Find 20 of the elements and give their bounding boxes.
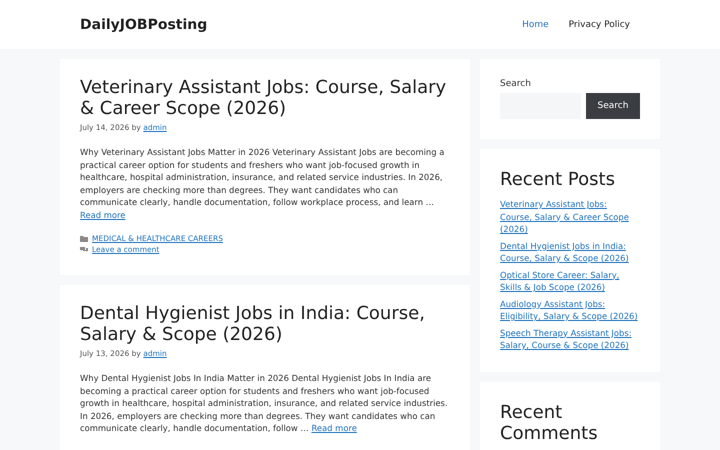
nav-link[interactable]: Privacy Policy [558,16,640,34]
post-excerpt: Why Dental Hygienist Jobs In India Matter in 2026 Dental Hygienist Jobs In India are becoming a practical career option for students and freshers who want job-focused growth in healthcare, hospital administration, insurance, and related service industries. In 2026, employers are checking more than degrees. They want candidates who can communicate clearly, handle documentation, follow … Read more [80,372,449,434]
comment-icon [80,246,88,253]
widget-title: Recent Posts [500,169,616,190]
post-title[interactable]: Veterinary Assistant Jobs: Course, Salary & Career Scope (2026) [80,77,450,119]
search-button[interactable]: Search [586,93,640,119]
nav-link[interactable]: Home [512,16,559,34]
read-more-link[interactable]: Read more [311,423,357,433]
search-label: Search [500,79,532,89]
recent-post-link[interactable]: Optical Store Career: Salary, Skills & Job Scope (2026) [500,268,640,294]
widget-title: Recent Comments [500,402,599,444]
read-more-link[interactable]: Read more [80,210,126,220]
recent-post-link[interactable]: Speech Therapy Assistant Jobs: Salary, Course & Scope (2026) [500,326,640,352]
recent-post-link[interactable]: Dental Hygienist Jobs in India: Course, Salary & Scope (2026) [500,240,640,264]
recent-post-link[interactable]: Veterinary Assistant Jobs: Course, Salary & Career Scope (2026) [500,198,640,236]
folder-icon [80,236,88,242]
post-excerpt: Why Veterinary Assistant Jobs Matter in 2026 Veterinary Assistant Jobs are becoming a practical career option for students and freshers who want job-focused growth in healthcare, hospital administration, insurance, and related service industries. In 2026, employers are checking more than degrees. They want candidates who can communicate clearly, handle documentation, follow workplace process, and learn … Read more [80,146,446,221]
post-title[interactable]: Dental Hygienist Jobs in India: Course, Salary & Scope (2026) [80,303,450,345]
recent-post-link[interactable]: Audiology Assistant Jobs: Eligibility, Salary & Scope (2026) [500,298,640,322]
site-title[interactable]: DailyJOBPosting [80,16,208,32]
